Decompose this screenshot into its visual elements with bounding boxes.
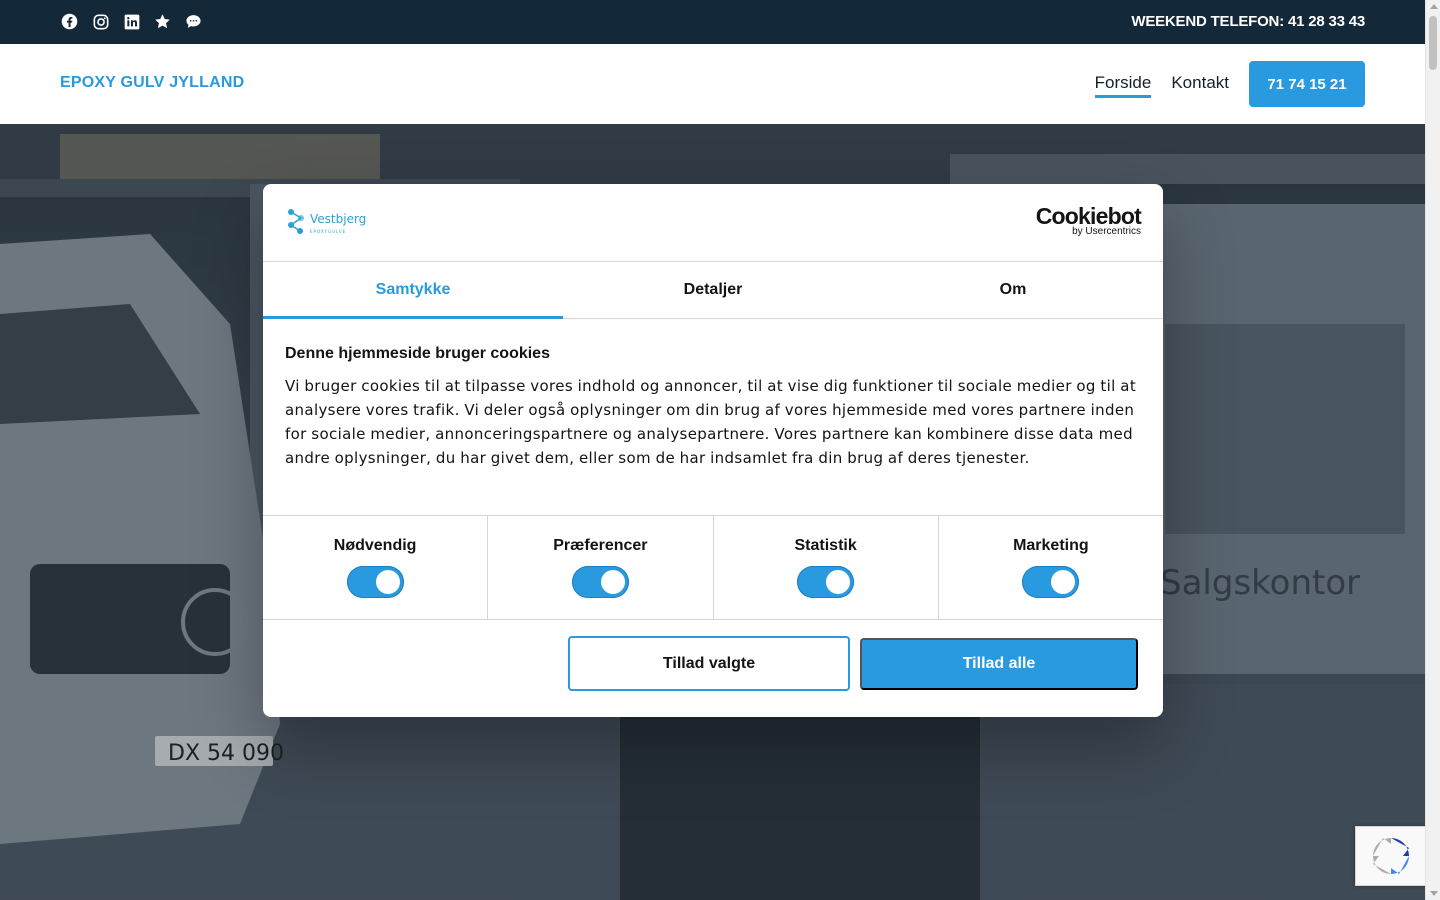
toggle-knob <box>1051 570 1076 594</box>
site-header: EPOXY GULV JYLLAND Forside Kontakt 71 74… <box>0 44 1425 124</box>
tab-samtykke[interactable]: Samtykke <box>263 262 563 319</box>
site-logo[interactable]: EPOXY GULV JYLLAND <box>60 74 244 92</box>
linkedin-icon[interactable] <box>122 12 141 31</box>
molecule-icon <box>288 209 304 234</box>
vestbjerg-logo: Vestbjerg EPOXYGULVE <box>285 206 366 236</box>
phone-button[interactable]: 71 74 15 21 <box>1249 61 1365 107</box>
toggle-knob <box>375 570 400 594</box>
toggle-statistics[interactable] <box>797 566 855 598</box>
toggle-preferences[interactable] <box>571 566 629 598</box>
allow-all-button[interactable]: Tillad alle <box>860 638 1138 690</box>
toggle-marketing[interactable] <box>1022 566 1080 598</box>
instagram-icon[interactable] <box>91 12 110 31</box>
nav-forside[interactable]: Forside <box>1094 73 1152 98</box>
toggle-group-statistics: Statistik <box>714 516 939 619</box>
scroll-up-icon[interactable] <box>1430 4 1438 9</box>
dialog-header: Vestbjerg EPOXYGULVE Cookiebot by Userce… <box>263 184 1163 262</box>
dialog-actions: Tillad valgte Tillad alle <box>263 620 1163 715</box>
page-scrollbar[interactable] <box>1425 0 1440 900</box>
chat-icon[interactable] <box>184 12 203 31</box>
toggle-label-statistics: Statistik <box>794 537 857 554</box>
cookiebot-name: Cookiebot <box>1035 203 1142 229</box>
toggle-label-necessary: Nødvendig <box>333 537 417 554</box>
allow-selected-button[interactable]: Tillad valgte <box>568 636 850 691</box>
dialog-text: Vi bruger cookies til at tilpasse vores … <box>285 377 1137 467</box>
weekend-phone[interactable]: WEEKEND TELEFON: 41 28 33 43 <box>1131 13 1365 30</box>
tab-om[interactable]: Om <box>863 262 1163 318</box>
dialog-body: Denne hjemmeside bruger cookies Vi bruge… <box>263 319 1163 516</box>
toggle-knob <box>826 570 851 594</box>
recaptcha-badge[interactable] <box>1355 826 1425 886</box>
cookie-consent-dialog: Vestbjerg EPOXYGULVE Cookiebot by Userce… <box>263 184 1163 717</box>
tab-detaljer[interactable]: Detaljer <box>563 262 863 318</box>
toggle-group-preferences: Præferencer <box>488 516 714 619</box>
social-links <box>60 12 203 31</box>
scroll-down-icon[interactable] <box>1430 891 1438 896</box>
toggle-group-marketing: Marketing <box>939 516 1163 619</box>
toggle-knob <box>600 570 625 594</box>
main-nav: Forside Kontakt <box>1094 73 1229 98</box>
cookiebot-logo[interactable]: Cookiebot by Usercentrics <box>1035 203 1142 237</box>
toggle-necessary[interactable] <box>346 566 404 598</box>
recaptcha-icon <box>1372 838 1409 874</box>
nav-kontakt[interactable]: Kontakt <box>1171 73 1229 98</box>
dialog-tabs: Samtykke Detaljer Om <box>263 262 1163 319</box>
scroll-thumb[interactable] <box>1429 16 1437 70</box>
toggle-label-marketing: Marketing <box>1013 537 1089 554</box>
top-bar: WEEKEND TELEFON: 41 28 33 43 <box>0 0 1425 44</box>
brand-name: Vestbjerg <box>310 212 367 226</box>
toggle-label-preferences: Præferencer <box>553 537 648 554</box>
consent-toggles: Nødvendig Præferencer Statistik Marketin… <box>263 516 1163 620</box>
brand-sub: EPOXYGULVE <box>310 229 347 234</box>
dialog-title: Denne hjemmeside bruger cookies <box>285 345 550 362</box>
toggle-group-necessary: Nødvendig <box>263 516 489 619</box>
facebook-icon[interactable] <box>60 12 79 31</box>
star-icon[interactable] <box>153 12 172 31</box>
